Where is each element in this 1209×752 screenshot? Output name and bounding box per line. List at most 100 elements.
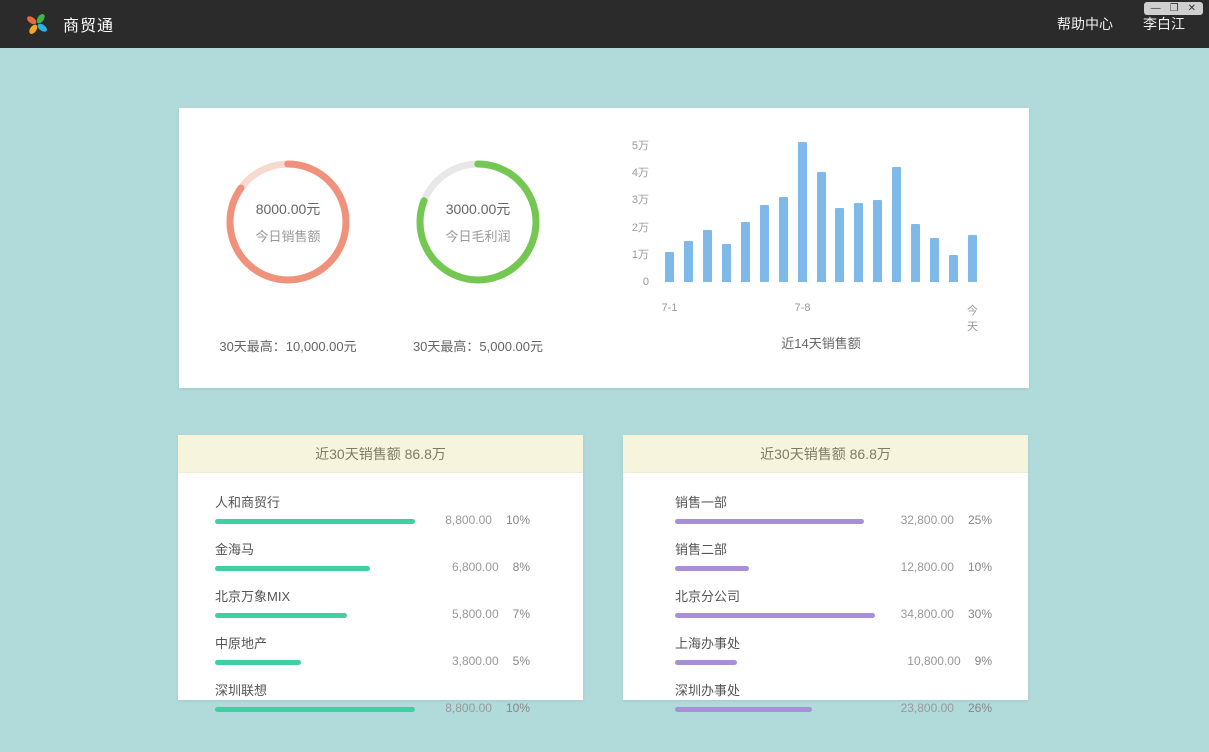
row-percent: 9% (975, 654, 992, 668)
close-icon[interactable]: ✕ (1188, 2, 1196, 15)
row-name: 人和商贸行 (215, 492, 530, 511)
progress-bar (215, 566, 370, 571)
list-item: 北京万象MIX 5,800.00 7% (215, 586, 530, 618)
progress-bar (675, 660, 737, 665)
y-tick: 5万 (632, 140, 649, 152)
row-amount: 34,800.00 (901, 607, 954, 621)
list-item: 深圳联想 8,800.0010% (215, 680, 530, 712)
y-axis: 5万 4万 3万 2万 1万 0 (619, 140, 649, 288)
bar (665, 252, 674, 282)
row-values: 5,800.00 7% (452, 607, 530, 621)
bar (722, 244, 731, 282)
row-amount: 8,800.00 (445, 513, 492, 527)
row-values: 6,800.00 8% (452, 560, 530, 574)
row-name: 北京万象MIX (215, 586, 530, 605)
bar (817, 172, 826, 282)
row-name: 销售一部 (675, 492, 992, 511)
progress-track (215, 613, 415, 618)
bar (760, 205, 769, 282)
profit-ring-text: 3000.00元 今日毛利润 (414, 158, 542, 286)
bar (835, 208, 844, 282)
row-amount: 32,800.00 (901, 513, 954, 527)
row-values: 12,800.00 10% (901, 560, 992, 574)
row-name: 销售二部 (675, 539, 992, 558)
progress-track (675, 566, 875, 571)
department-sales-title: 近30天销售额 86.8万 (623, 435, 1028, 473)
row-amount: 10,800.00 (907, 654, 960, 668)
x-tick: 7-8 (795, 302, 811, 314)
row-values: 8,800.00 10% (445, 513, 530, 527)
row-percent: 5% (513, 654, 530, 668)
progress-bar (215, 613, 347, 618)
row-amount: 6,800.00 (452, 560, 499, 574)
bar (741, 222, 750, 282)
bar (930, 238, 939, 282)
customer-sales-title: 近30天销售额 86.8万 (178, 435, 583, 473)
chart-caption: 近14天销售额 (665, 333, 977, 352)
progress-track (215, 566, 415, 571)
today-profit-value: 3000.00元 (446, 199, 511, 219)
bar (892, 167, 901, 282)
row-values: 23,800.00 26% (901, 701, 992, 715)
bar (873, 200, 882, 282)
sales-30d-max: 30天最高：10,000.00元 (219, 336, 356, 355)
row-name: 金海马 (215, 539, 530, 558)
row-amount: 12,800.00 (901, 560, 954, 574)
row-percent: 8% (513, 560, 530, 574)
row-values: 3,800.00 5% (452, 654, 530, 668)
customer-sales-list: 人和商贸行 8,800.00 10% 金海马 6,800.00 8% 北京万象MIX… (178, 473, 583, 712)
progress-track (675, 519, 875, 524)
department-sales-card: 近30天销售额 86.8万 销售一部 32,800.00 25% 销售二部 12,… (623, 435, 1028, 700)
progress-bar (215, 707, 415, 712)
row-percent: 10% (968, 560, 992, 574)
list-item: 销售二部 12,800.00 10% (675, 539, 992, 571)
help-center-link[interactable]: 帮助中心 (1057, 14, 1113, 34)
maximize-icon[interactable]: ❐ (1170, 2, 1179, 15)
sales-ring-text: 8000.00元 今日销售额 (224, 158, 352, 286)
list-item: 深圳办事处 23,800.00 26% (675, 680, 992, 712)
row-amount: 3,800.00 (452, 654, 499, 668)
progress-track (675, 613, 875, 618)
bar (968, 235, 977, 282)
row-amount: 5,800.00 (452, 607, 499, 621)
y-tick: 2万 (632, 222, 649, 234)
row-percent: 10% (506, 513, 530, 527)
bar-series (665, 132, 977, 282)
row-values: 34,800.00 30% (901, 607, 992, 621)
progress-track (215, 707, 415, 712)
row-name: 深圳联想 (215, 680, 530, 699)
x-axis: 7-17-8今天 (665, 302, 977, 316)
progress-bar (675, 519, 864, 524)
row-name: 深圳办事处 (675, 680, 992, 699)
progress-bar (215, 519, 415, 524)
today-profit-block: 3000.00元 今日毛利润 30天最高：5,000.00元 (383, 108, 573, 388)
today-sales-block: 8000.00元 今日销售额 30天最高：10,000.00元 (193, 108, 383, 388)
user-menu[interactable]: 李白江 (1143, 14, 1185, 34)
bar (684, 241, 693, 282)
list-item: 中原地产 3,800.005% (215, 633, 530, 665)
list-item: 北京分公司 34,800.00 30% (675, 586, 992, 618)
row-percent: 30% (968, 607, 992, 621)
progress-bar (675, 613, 875, 618)
row-percent: 25% (968, 513, 992, 527)
row-percent: 26% (968, 701, 992, 715)
today-sales-label: 今日销售额 (255, 226, 320, 245)
sales-14d-chart: 5万 4万 3万 2万 1万 0 7-17-8今天 近14天销售额 (573, 108, 1029, 388)
list-item: 上海办事处 10,800.009% (675, 633, 992, 665)
row-name: 北京分公司 (675, 586, 992, 605)
window-controls: — ❐ ✕ (1144, 2, 1203, 15)
y-tick: 0 (643, 276, 649, 288)
progress-track (675, 707, 875, 712)
bar (949, 255, 958, 282)
bar (779, 197, 788, 282)
overview-card: 8000.00元 今日销售额 30天最高：10,000.00元 3000.00元… (179, 108, 1029, 388)
progress-bar (215, 660, 301, 665)
row-amount: 23,800.00 (901, 701, 954, 715)
bar (798, 142, 807, 282)
minimize-icon[interactable]: — (1151, 2, 1161, 15)
app-window: 商贸通 帮助中心 李白江 — ❐ ✕ 8000.00元 今日销售额 (0, 0, 1209, 48)
row-percent: 10% (506, 701, 530, 715)
row-percent: 7% (513, 607, 530, 621)
bar (703, 230, 712, 282)
row-values: 32,800.00 25% (901, 513, 992, 527)
